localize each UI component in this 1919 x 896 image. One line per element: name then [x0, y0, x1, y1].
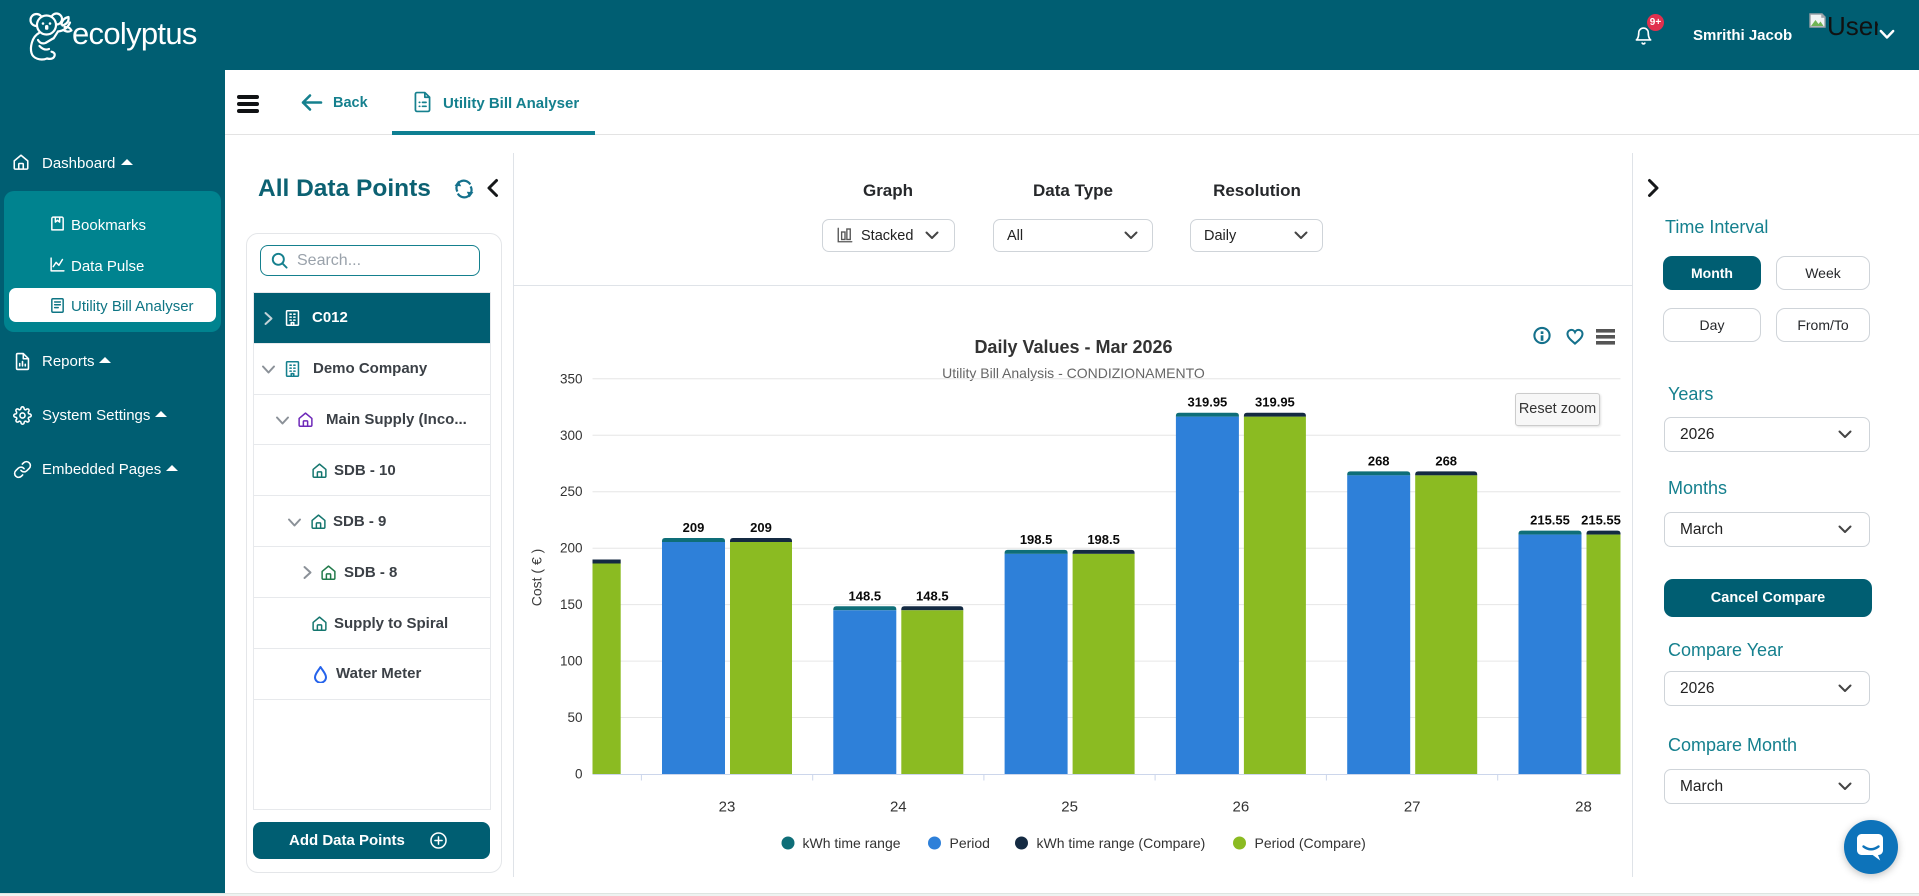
svg-text:Cost ( € ): Cost ( € ) [528, 548, 544, 606]
svg-text:23: 23 [718, 798, 735, 815]
svg-text:350: 350 [559, 371, 582, 386]
svg-text:150: 150 [559, 597, 582, 612]
svg-text:Period (Compare): Period (Compare) [1254, 835, 1365, 851]
svg-text:0: 0 [574, 766, 582, 781]
svg-text:24: 24 [889, 798, 906, 815]
svg-text:215.55: 215.55 [1530, 512, 1570, 527]
svg-text:209: 209 [750, 520, 772, 535]
svg-text:28: 28 [1575, 798, 1592, 815]
svg-text:215.55: 215.55 [1581, 512, 1621, 527]
svg-text:198.5: 198.5 [1019, 531, 1052, 546]
svg-text:148.5: 148.5 [848, 588, 881, 603]
svg-text:Daily Values - Mar 2026: Daily Values - Mar 2026 [974, 337, 1172, 357]
svg-text:198.5: 198.5 [1087, 531, 1120, 546]
svg-text:200: 200 [559, 540, 582, 555]
svg-text:300: 300 [559, 427, 582, 442]
svg-text:100: 100 [559, 653, 582, 668]
svg-text:kWh time range: kWh time range [802, 835, 900, 851]
svg-text:148.5: 148.5 [916, 588, 949, 603]
svg-text:25: 25 [1061, 798, 1078, 815]
svg-text:319.95: 319.95 [1187, 394, 1227, 409]
svg-text:kWh time range (Compare): kWh time range (Compare) [1036, 835, 1205, 851]
svg-text:209: 209 [682, 520, 704, 535]
svg-text:26: 26 [1232, 798, 1249, 815]
svg-text:250: 250 [559, 484, 582, 499]
svg-text:319.95: 319.95 [1255, 394, 1295, 409]
svg-text:Period: Period [949, 835, 989, 851]
svg-text:268: 268 [1367, 453, 1389, 468]
svg-text:27: 27 [1403, 798, 1420, 815]
svg-text:268: 268 [1435, 453, 1457, 468]
svg-text:50: 50 [567, 710, 582, 725]
